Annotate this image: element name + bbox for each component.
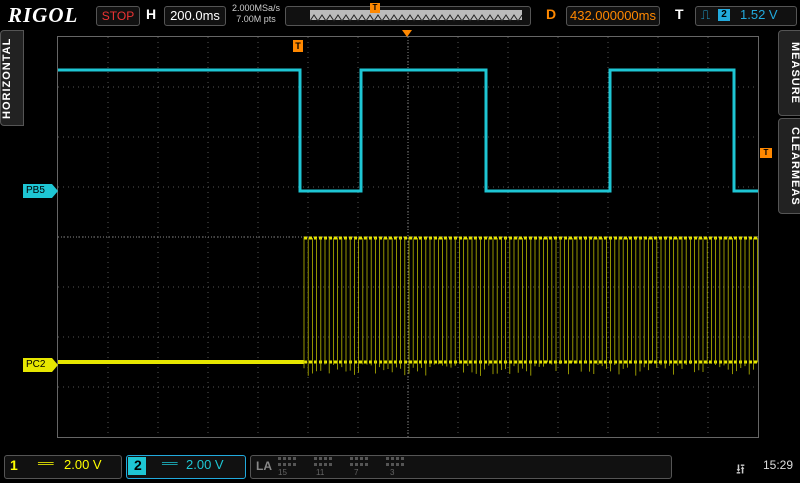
channel-label-pb5[interactable]: PB5 <box>23 184 52 198</box>
horizontal-tab[interactable]: HORIZONTAL <box>0 30 24 126</box>
trigger-label: T <box>675 6 684 22</box>
brand-logo: RIGOL <box>8 3 78 28</box>
dc-coupling-icon: ══ <box>38 458 54 470</box>
trigger-source-badge: 2 <box>718 9 730 21</box>
overview-waveform <box>310 13 522 23</box>
measure-tab[interactable]: MEASURE <box>778 30 800 116</box>
channel-label-pc2[interactable]: PC2 <box>23 358 52 372</box>
waveform-display[interactable] <box>57 36 759 438</box>
rising-edge-icon: ⎍ <box>701 7 710 23</box>
channel1-scale: 2.00 V <box>64 457 102 472</box>
delay-label: D <box>546 6 556 22</box>
la-num-11: 11 <box>316 468 325 476</box>
clock: 15:29 <box>763 458 793 472</box>
trigger-level-marker[interactable]: T <box>760 148 772 158</box>
memory-overview-window <box>310 10 522 20</box>
trigger-position-marker[interactable]: T <box>293 40 303 52</box>
delay-value[interactable]: 432.000000ms <box>566 6 660 26</box>
overview-trigger-marker: T <box>370 3 380 13</box>
la-num-7: 7 <box>354 468 359 476</box>
la-num-3: 3 <box>390 468 395 476</box>
channel2-number: 2 <box>134 457 142 473</box>
sample-rate: 2.000MSa/s <box>230 3 282 14</box>
horizontal-label: H <box>146 6 156 22</box>
trigger-position-arrow <box>402 30 412 37</box>
waveform-grid <box>58 37 758 437</box>
sample-info: 2.000MSa/s 7.00M pts <box>230 3 282 25</box>
dc-coupling-icon: ══ <box>162 458 178 470</box>
clearmeas-tab[interactable]: CLEARMEAS <box>778 118 800 214</box>
memory-depth: 7.00M pts <box>230 14 282 25</box>
channel1-number: 1 <box>10 457 18 473</box>
run-stop-indicator[interactable]: STOP <box>96 6 140 26</box>
la-channel-indicators: 15 11 7 3 <box>278 456 418 476</box>
la-num-15: 15 <box>278 468 287 476</box>
la-bit-grid: 15 11 7 3 <box>278 456 418 476</box>
timebase-value[interactable]: 200.0ms <box>164 6 226 26</box>
channel2-scale: 2.00 V <box>186 457 224 472</box>
channel1-settings[interactable] <box>4 455 122 479</box>
usb-icon: ⭿ <box>736 459 745 483</box>
trigger-level-value: 1.52 V <box>740 7 778 22</box>
la-label: LA <box>256 459 272 473</box>
